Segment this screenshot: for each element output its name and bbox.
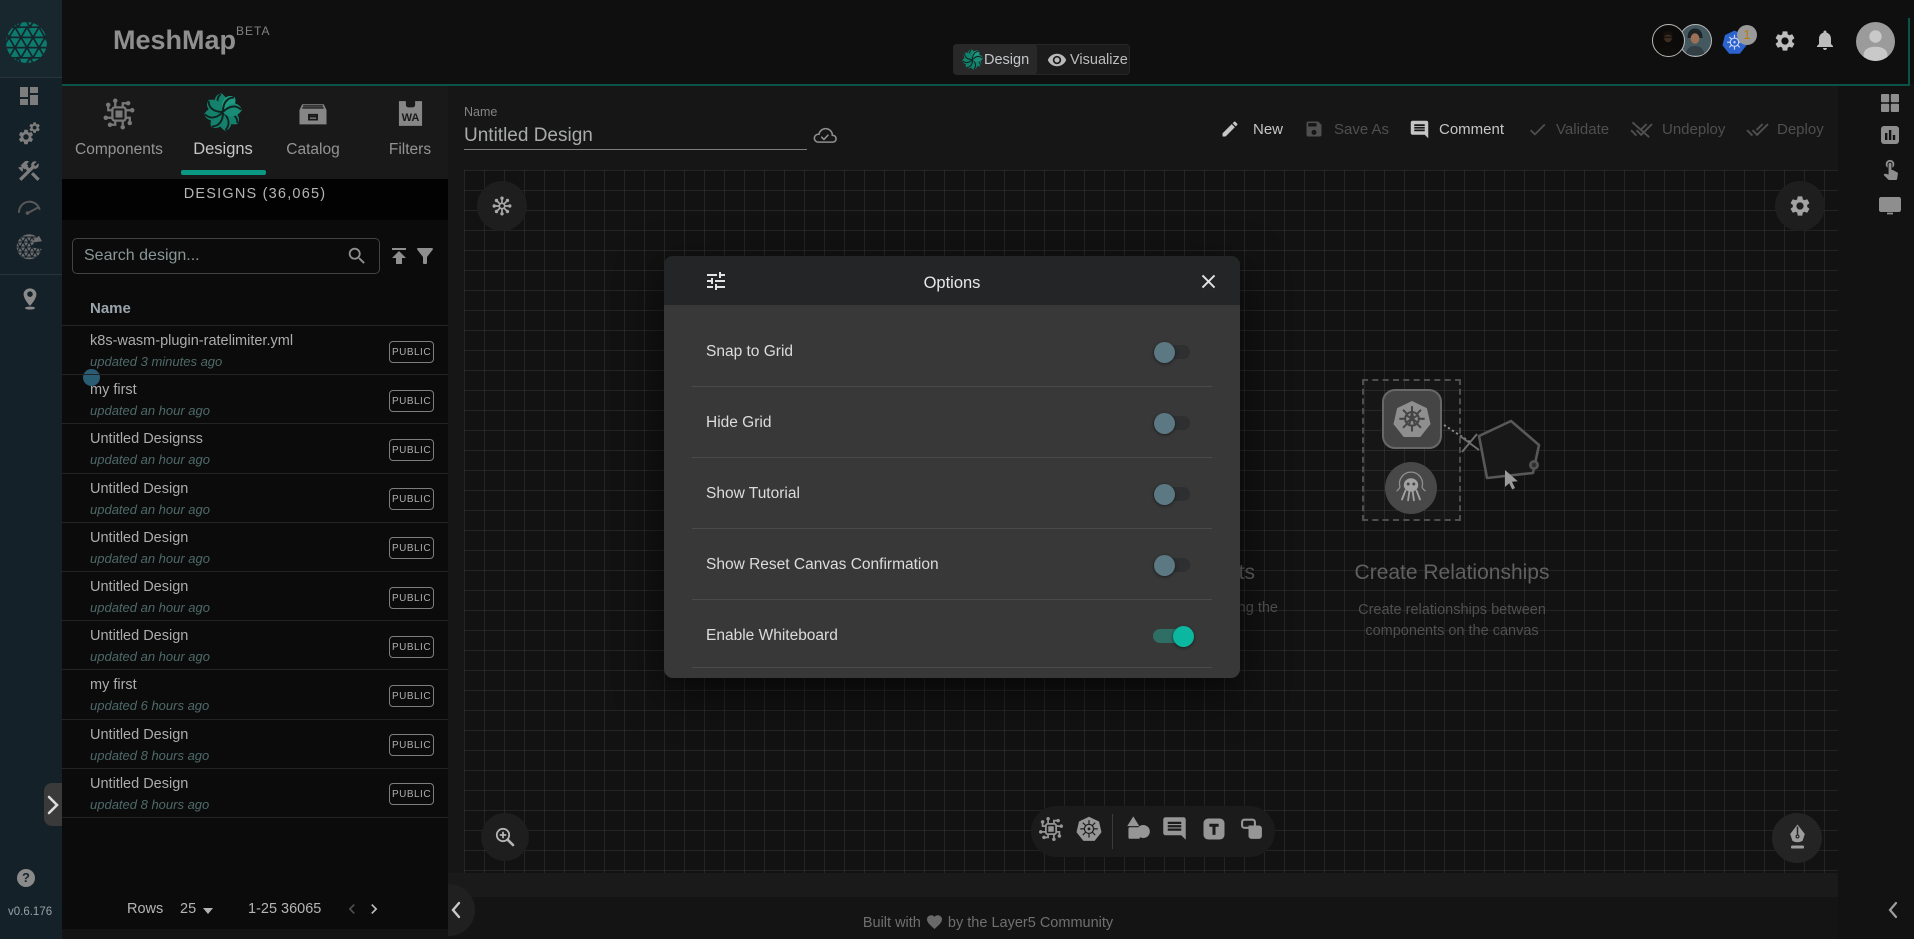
svg-text:WA: WA (402, 112, 420, 124)
